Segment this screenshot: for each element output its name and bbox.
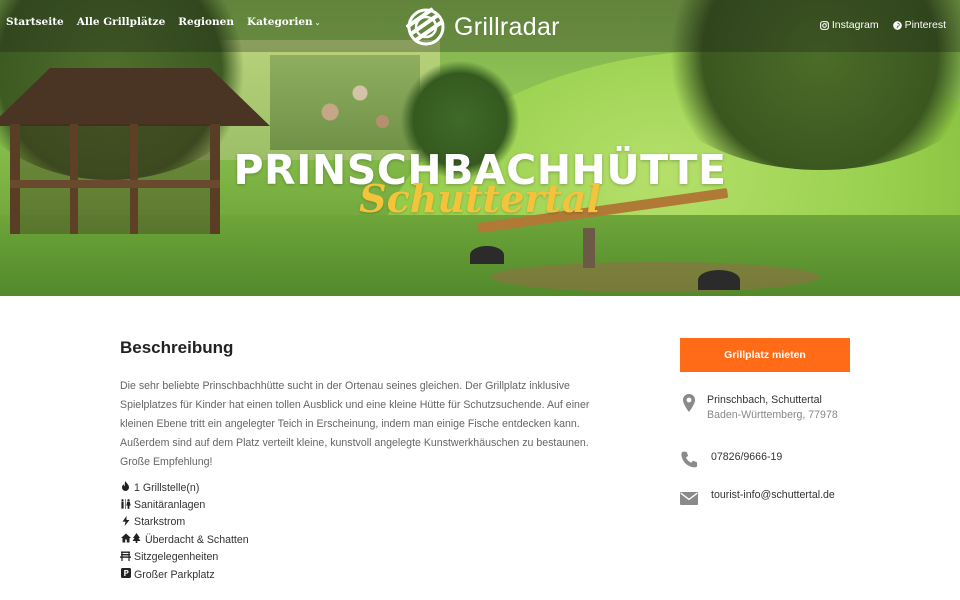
- map-marker-icon: [683, 394, 695, 412]
- top-navbar: Startseite Alle Grillplätze Regionen Kat…: [0, 0, 960, 52]
- rent-grillplatz-button[interactable]: Grillplatz mieten: [680, 338, 850, 372]
- feature-label: Sanitäranlagen: [134, 499, 206, 512]
- feature-label: Großer Parkplatz: [134, 568, 215, 581]
- pinterest-link[interactable]: Pinterest: [892, 19, 946, 31]
- phone-link[interactable]: 07826/9666-19: [711, 451, 782, 463]
- instagram-icon: [819, 20, 829, 30]
- site-logo[interactable]: Grillradar: [404, 4, 560, 50]
- instagram-link[interactable]: Instagram: [819, 19, 879, 31]
- feature-item: Sitzgelegenheiten: [120, 549, 249, 566]
- description-text: Die sehr beliebte Prinschbachhütte sucht…: [120, 380, 590, 468]
- bench-icon: [120, 551, 131, 564]
- nav-kategorien-label: Kategorien: [247, 16, 313, 28]
- feature-item: 1 Grillstelle(n): [120, 479, 249, 496]
- bolt-icon: [120, 515, 131, 529]
- main-nav: Startseite Alle Grillplätze Regionen Kat…: [6, 16, 321, 28]
- nav-startseite[interactable]: Startseite: [6, 16, 64, 28]
- feature-label: Starkstrom: [134, 516, 186, 529]
- parking-icon: [120, 568, 131, 581]
- nav-regionen[interactable]: Regionen: [178, 16, 234, 28]
- house-tree-icon: [120, 533, 142, 546]
- radar-logo-icon: [405, 7, 445, 46]
- feature-item: Überdacht & Schatten: [120, 531, 249, 548]
- hero-subtitle: Schuttertal: [359, 176, 601, 221]
- email-link[interactable]: tourist-info@schuttertal.de: [711, 489, 835, 501]
- pinterest-icon: [892, 20, 902, 30]
- envelope-icon: [680, 492, 698, 505]
- restroom-icon: [120, 498, 131, 512]
- address-line-2: Baden-Württemberg, 77978: [707, 409, 838, 421]
- feature-item: Starkstrom: [120, 514, 249, 531]
- feature-item: Sanitäranlagen: [120, 496, 249, 513]
- feature-list: 1 Grillstelle(n) Sanitäranlagen Starkstr…: [120, 479, 249, 583]
- chevron-down-icon: ⌄: [314, 18, 321, 27]
- fire-icon: [120, 481, 131, 494]
- pinterest-label: Pinterest: [904, 19, 946, 31]
- phone-icon: [681, 451, 698, 468]
- description-heading: Beschreibung: [120, 338, 234, 357]
- nav-kategorien[interactable]: Kategorien ⌄: [247, 16, 321, 28]
- feature-label: Sitzgelegenheiten: [134, 551, 219, 564]
- feature-label: Überdacht & Schatten: [145, 533, 249, 546]
- logo-text: Grillradar: [454, 12, 560, 41]
- instagram-label: Instagram: [831, 19, 879, 31]
- nav-alle-grillplaetze[interactable]: Alle Grillplätze: [77, 16, 166, 28]
- feature-item: Großer Parkplatz: [120, 566, 249, 583]
- feature-label: 1 Grillstelle(n): [134, 481, 200, 494]
- address-line-1: Prinschbach, Schuttertal: [707, 394, 822, 406]
- social-links: Instagram Pinterest: [819, 19, 946, 31]
